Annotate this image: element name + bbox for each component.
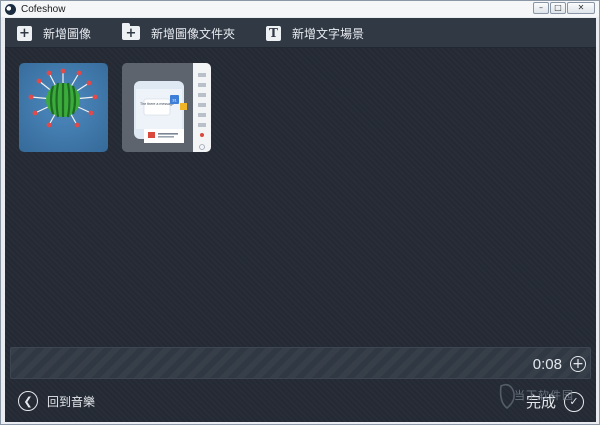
image-thumbnail-2[interactable]: The there a message 31: [122, 63, 211, 152]
back-to-music-label: 回到音樂: [47, 394, 96, 409]
calendar-badge-text: 31: [172, 98, 177, 103]
add-text-scene-label: 新增文字場景: [292, 26, 365, 41]
app-canvas: + 新增圖像 + 新增圖像文件夾 T 新增文字場景 The there a me…: [5, 18, 596, 422]
bubble-text: The there a message: [140, 102, 174, 106]
app-logo-icon: [5, 3, 16, 15]
image-thumbnail-1[interactable]: [19, 63, 108, 152]
watermark-text: 当下软件园: [514, 389, 574, 402]
duration-text: 0:08: [532, 356, 562, 373]
back-to-music-button[interactable]: ❮ 回到音樂: [18, 391, 95, 411]
chevron-left-icon: ❮: [18, 391, 38, 411]
timeline-track[interactable]: [10, 347, 591, 379]
window-title: Cofeshow: [21, 3, 66, 15]
watermelon-image: [28, 68, 98, 128]
toolbar: + 新增圖像 + 新增圖像文件夾 T 新增文字場景: [5, 18, 596, 48]
add-image-folder-button[interactable]: + 新增圖像文件夾: [122, 18, 235, 48]
phone-screenshot-image: The there a message 31: [122, 63, 211, 152]
add-text-scene-button[interactable]: T 新增文字場景: [266, 18, 364, 48]
close-button[interactable]: ✕: [567, 2, 595, 14]
maximize-button[interactable]: □: [550, 2, 566, 14]
add-slide-button[interactable]: +: [570, 356, 586, 372]
title-bar[interactable]: Cofeshow – □ ✕: [1, 1, 599, 17]
folder-plus-icon: +: [122, 23, 140, 41]
add-image-label: 新增圖像: [43, 26, 92, 41]
add-image-folder-label: 新增圖像文件夾: [151, 26, 236, 41]
add-image-button[interactable]: + 新增圖像: [17, 18, 91, 48]
minimize-button[interactable]: –: [533, 2, 549, 14]
window-controls: – □ ✕: [533, 2, 595, 14]
plus-icon: +: [17, 25, 32, 41]
text-icon: T: [266, 25, 281, 41]
app-window: Cofeshow – □ ✕ + 新增圖像 + 新增圖像文件夾 T 新增文字場景: [0, 0, 600, 425]
